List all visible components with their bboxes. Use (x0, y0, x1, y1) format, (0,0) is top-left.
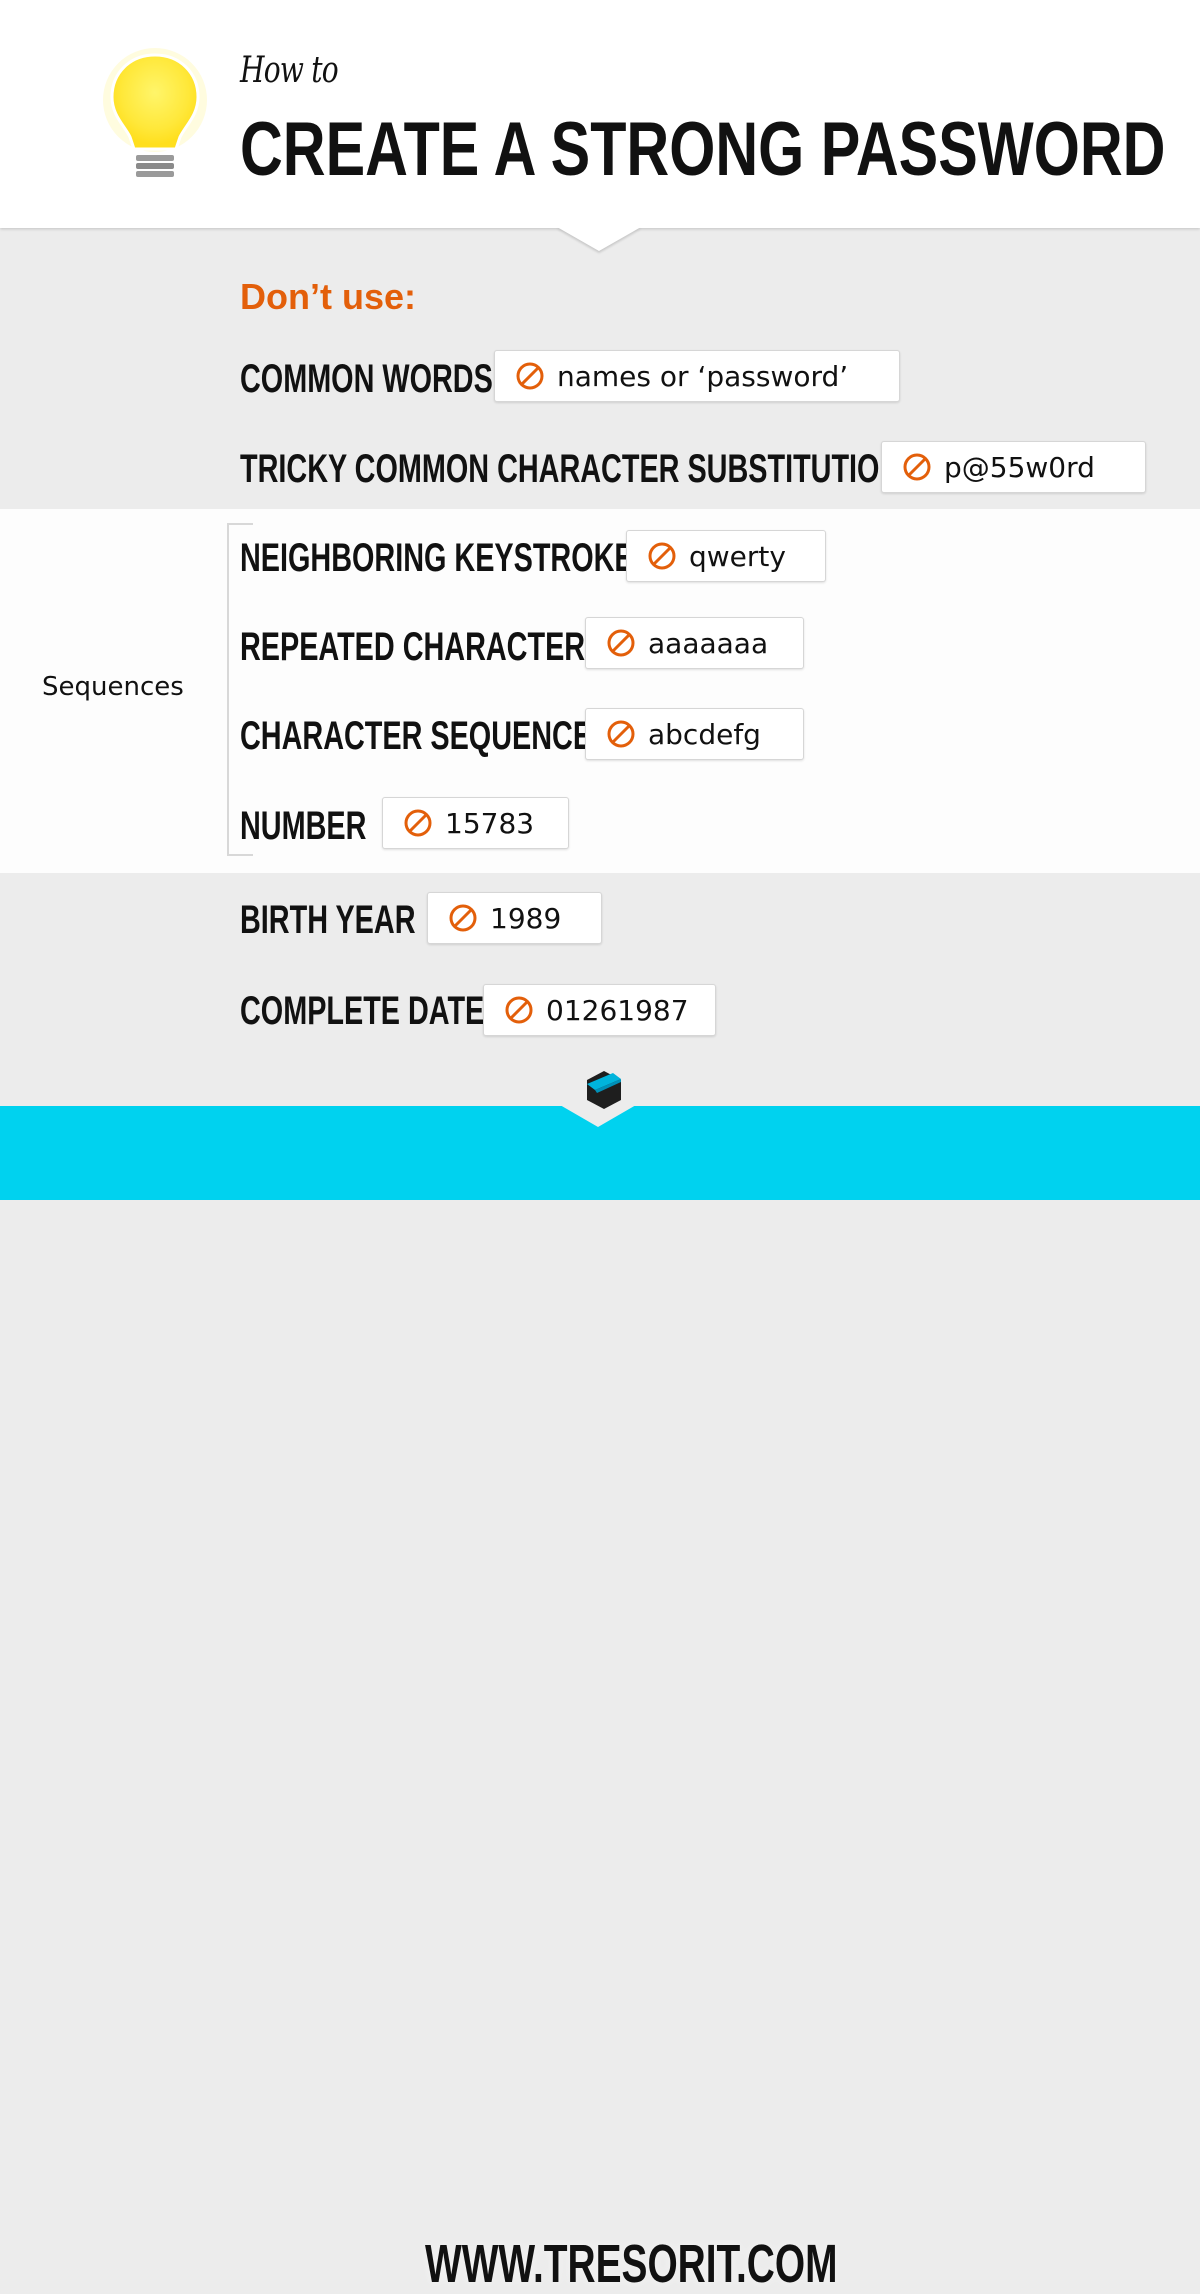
example-text: 01261987 (546, 993, 689, 1027)
example-box: aaaaaaa (585, 617, 804, 669)
item-label: BIRTH YEAR (240, 898, 416, 942)
lightbulb-icon (103, 48, 207, 177)
section-heading: Don’t use: (240, 276, 416, 317)
ban-icon (505, 996, 533, 1024)
example-box: 1989 (427, 892, 602, 944)
website-link[interactable]: WWW.TRESORIT.COM (425, 2234, 838, 2294)
ban-icon (648, 542, 676, 570)
example-box: qwerty (626, 530, 826, 582)
item-label: NEIGHBORING KEYSTROKES (240, 536, 653, 580)
ban-icon (449, 904, 477, 932)
example-text: 15783 (445, 806, 535, 840)
example-box: 01261987 (483, 984, 716, 1036)
example-text: qwerty (689, 539, 786, 573)
example-box: names or ‘password’ (494, 350, 900, 402)
example-box: abcdefg (585, 708, 804, 760)
ban-icon (903, 453, 931, 481)
header-notch (557, 227, 641, 251)
tresorit-logo-icon (587, 1071, 621, 1109)
item-label: NUMBER (240, 804, 367, 848)
group-label-sequences: Sequences (42, 672, 184, 702)
ban-icon (404, 809, 432, 837)
example-box: 15783 (382, 797, 569, 849)
example-text: abcdefg (648, 717, 761, 751)
header: How to CREATE A STRONG PASSWORD (0, 0, 1200, 228)
example-text: names or ‘password’ (557, 359, 849, 393)
ban-icon (607, 629, 635, 657)
example-text: p@55w0rd (944, 450, 1095, 484)
howto-text: How to (240, 50, 339, 91)
item-label: COMPLETE DATE (240, 989, 485, 1033)
item-label: COMMON WORDS (240, 357, 493, 401)
item-label: CHARACTER SEQUENCE (240, 714, 593, 758)
ban-icon (516, 362, 544, 390)
item-label: TRICKY COMMON CHARACTER SUBSTITUTIONS (240, 447, 920, 491)
example-text: 1989 (490, 901, 562, 935)
example-box: p@55w0rd (881, 441, 1146, 493)
item-label: REPEATED CHARACTERS (240, 625, 605, 669)
example-text: aaaaaaa (648, 626, 769, 660)
page-title: CREATE A STRONG PASSWORD (240, 107, 1166, 192)
ban-icon (607, 720, 635, 748)
